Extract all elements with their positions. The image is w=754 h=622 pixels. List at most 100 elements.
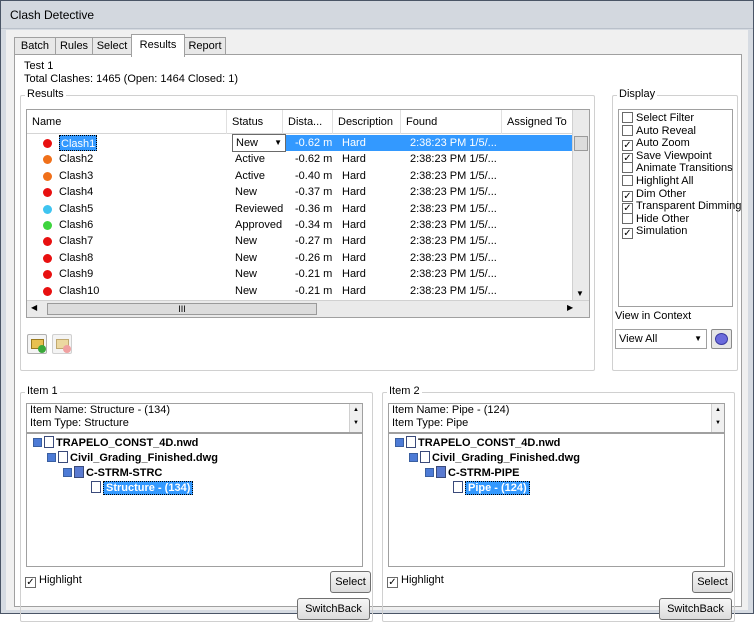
results-horizontal-scrollbar[interactable]: ◀ III ▶ bbox=[27, 300, 589, 317]
clash-status: New bbox=[235, 284, 258, 297]
column-header-distance[interactable]: Dista... bbox=[283, 110, 333, 134]
clash-description: Hard bbox=[342, 251, 366, 264]
item1-name: Item Name: Structure - (134) bbox=[30, 404, 170, 416]
table-row[interactable]: Clash2 Active -0.62 m Hard 2:38:23 PM 1/5/..… bbox=[27, 151, 579, 167]
item1-tree-node-layer[interactable]: C-STRM-STRC bbox=[63, 466, 162, 481]
tree-node-icon bbox=[47, 453, 56, 462]
item2-switchback-button[interactable]: SwitchBack bbox=[659, 598, 732, 620]
clash-found: 2:38:23 PM 1/5/... bbox=[410, 169, 497, 182]
clash-status: Reviewed bbox=[235, 202, 284, 215]
item2-tree-node-layer[interactable]: C-STRM-PIPE bbox=[425, 466, 520, 481]
checkbox-icon bbox=[622, 124, 633, 136]
tree-node-icon bbox=[425, 468, 434, 477]
item2-info: Item Name: Pipe - (124) Item Type: Pipe … bbox=[388, 403, 725, 433]
display-option[interactable]: Hide Other bbox=[622, 212, 689, 225]
new-group-button[interactable] bbox=[27, 334, 47, 354]
checkbox-icon bbox=[622, 175, 633, 186]
object-icon bbox=[453, 481, 463, 493]
clash-name: Clash1 bbox=[59, 135, 98, 151]
display-option[interactable]: Highlight All bbox=[622, 175, 693, 187]
item1-select-button[interactable]: Select bbox=[330, 571, 371, 593]
item1-info-scrollbar[interactable]: ▲ ▼ bbox=[349, 404, 362, 432]
column-header-status[interactable]: Status bbox=[227, 110, 283, 134]
item2-group: Item 2 Item Name: Pipe - (124) Item Type… bbox=[382, 385, 735, 622]
tree-node-icon bbox=[395, 438, 404, 447]
remove-group-button[interactable] bbox=[52, 334, 72, 354]
item2-tree-node-dwg[interactable]: Civil_Grading_Finished.dwg bbox=[409, 451, 580, 466]
clash-description: Hard bbox=[342, 268, 366, 281]
clash-results-table[interactable]: Name Status Dista... Description Found A… bbox=[26, 109, 590, 318]
item1-tree-node-object[interactable]: Structure - (134) bbox=[89, 481, 194, 496]
table-row[interactable]: Clash8 New -0.26 m Hard 2:38:23 PM 1/5/... bbox=[27, 250, 579, 266]
item2-tree-node-object[interactable]: Pipe - (124) bbox=[451, 481, 530, 496]
table-row[interactable]: Clash1 New ▼ -0.62 m Hard 2:38:23 PM 1/5/... bbox=[27, 134, 579, 152]
item2-select-button[interactable]: Select bbox=[692, 571, 733, 593]
item1-tree-node-file[interactable]: TRAPELO_CONST_4D.nwd bbox=[33, 436, 198, 451]
item2-type: Item Type: Pipe bbox=[392, 417, 469, 429]
item1-type: Item Type: Structure bbox=[30, 417, 129, 429]
item2-group-title: Item 2 bbox=[387, 385, 422, 397]
display-group: Display Select Filter Auto Reveal ✓ Auto Zo… bbox=[612, 88, 741, 371]
status-color-icon bbox=[43, 171, 52, 181]
clash-detective-window: Clash Detective Batch Rules Select Resul… bbox=[0, 0, 754, 622]
clash-distance: -0.37 m bbox=[295, 186, 333, 199]
view-in-context-button[interactable] bbox=[711, 329, 732, 349]
item2-tree[interactable]: TRAPELO_CONST_4D.nwd Civil_Grading_Finis… bbox=[388, 433, 725, 567]
item1-tree[interactable]: TRAPELO_CONST_4D.nwd Civil_Grading_Finis… bbox=[26, 433, 363, 567]
table-row[interactable]: Clash9 New -0.21 m Hard 2:38:23 PM 1/5/... bbox=[27, 266, 579, 282]
column-header-description[interactable]: Description bbox=[333, 110, 401, 134]
clash-found: 2:38:23 PM 1/5/... bbox=[410, 251, 497, 264]
clash-status: Active bbox=[235, 153, 265, 166]
clash-distance: -0.21 m bbox=[295, 268, 333, 281]
item1-highlight-checkbox[interactable]: ✓ Highlight bbox=[25, 574, 82, 588]
column-header-found[interactable]: Found bbox=[401, 110, 502, 134]
status-color-icon bbox=[43, 204, 52, 214]
horizontal-scroll-thumb[interactable]: III bbox=[47, 303, 317, 315]
table-row[interactable]: Clash7 New -0.27 m Hard 2:38:23 PM 1/5/... bbox=[27, 233, 579, 249]
item1-info: Item Name: Structure - (134) Item Type: … bbox=[26, 403, 363, 433]
display-option[interactable]: Select Filter bbox=[622, 112, 694, 124]
scroll-down-arrow-icon[interactable]: ▼ bbox=[576, 289, 584, 298]
clash-status: New bbox=[235, 186, 258, 199]
clash-name: Clash10 bbox=[59, 284, 100, 297]
results-group-title: Results bbox=[25, 88, 66, 100]
status-dropdown[interactable]: New ▼ bbox=[232, 134, 286, 152]
table-row[interactable]: Clash6 Approved -0.34 m Hard 2:38:23 PM 1/5/… bbox=[27, 217, 579, 233]
view-in-context-select[interactable]: View All ▼ bbox=[615, 329, 707, 349]
clash-found: 2:38:23 PM 1/5/... bbox=[410, 137, 497, 149]
item1-tree-node-dwg[interactable]: Civil_Grading_Finished.dwg bbox=[47, 451, 218, 466]
status-color-icon bbox=[43, 188, 52, 198]
table-row[interactable]: Clash10 New -0.21 m Hard 2:38:23 PM 1/5/... bbox=[27, 283, 579, 299]
column-header-name[interactable]: Name bbox=[27, 110, 227, 134]
chevron-down-icon: ▼ bbox=[274, 138, 282, 147]
title-bar[interactable]: Clash Detective bbox=[1, 1, 753, 29]
results-vertical-scrollbar[interactable]: ▼ bbox=[572, 110, 589, 301]
scroll-right-arrow-icon[interactable]: ▶ bbox=[567, 303, 573, 312]
clash-distance: -0.26 m bbox=[295, 251, 333, 264]
item1-switchback-button[interactable]: SwitchBack bbox=[297, 598, 370, 620]
item2-info-scrollbar[interactable]: ▲ ▼ bbox=[711, 404, 724, 432]
display-option[interactable]: Auto Reveal bbox=[622, 124, 696, 137]
display-option[interactable]: ✓ Simulation bbox=[622, 225, 687, 240]
item2-tree-node-file[interactable]: TRAPELO_CONST_4D.nwd bbox=[395, 436, 560, 451]
clash-name: Clash9 bbox=[59, 268, 94, 281]
results-group: Results Name Status Dista... Description… bbox=[20, 88, 595, 371]
file-icon bbox=[44, 436, 54, 448]
clash-found: 2:38:23 PM 1/5/... bbox=[410, 235, 497, 248]
file-icon bbox=[406, 436, 416, 448]
table-row[interactable]: Clash4 New -0.37 m Hard 2:38:23 PM 1/5/... bbox=[27, 184, 579, 200]
checkbox-icon bbox=[622, 112, 633, 123]
checkbox-icon: ✓ bbox=[387, 577, 398, 588]
item2-highlight-checkbox[interactable]: ✓ Highlight bbox=[387, 574, 444, 588]
clash-description: Hard bbox=[342, 219, 366, 231]
clash-distance: -0.34 m bbox=[295, 219, 333, 231]
table-row[interactable]: Clash5 Reviewed -0.36 m Hard 2:38:23 PM 1/5/… bbox=[27, 201, 579, 217]
layer-icon bbox=[436, 466, 446, 478]
display-option[interactable]: Animate Transitions bbox=[622, 162, 733, 174]
clash-name: Clash7 bbox=[59, 235, 94, 248]
tab-results[interactable]: Results bbox=[131, 34, 185, 57]
vertical-scroll-thumb[interactable] bbox=[574, 136, 588, 151]
scroll-left-arrow-icon[interactable]: ◀ bbox=[31, 303, 37, 312]
item2-name: Item Name: Pipe - (124) bbox=[392, 404, 510, 416]
table-row[interactable]: Clash3 Active -0.40 m Hard 2:38:23 PM 1/5/..… bbox=[27, 168, 579, 184]
